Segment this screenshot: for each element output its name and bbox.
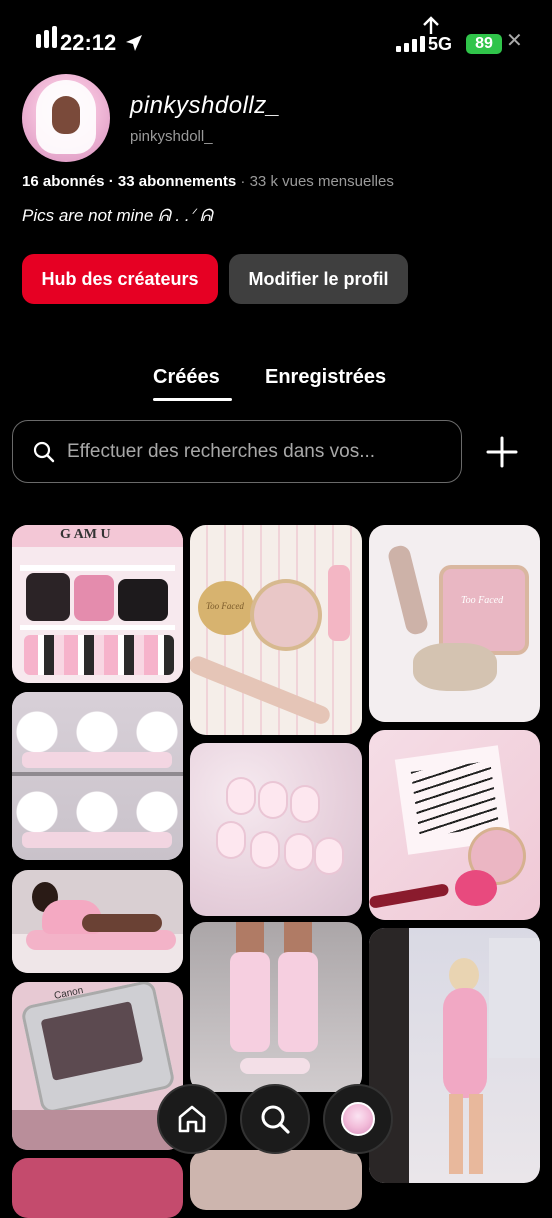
following-count[interactable]: 33 abonnements xyxy=(118,173,236,190)
pin-card[interactable] xyxy=(12,1158,183,1218)
pin-card[interactable]: G AM U xyxy=(12,525,183,683)
home-icon xyxy=(178,1105,206,1133)
avatar-face xyxy=(52,96,80,134)
pin-card[interactable] xyxy=(12,692,183,860)
profile-avatar xyxy=(341,1102,375,1136)
followers-count[interactable]: 16 abonnés xyxy=(22,173,105,190)
cell-signal-icon xyxy=(396,36,425,52)
plus-icon[interactable] xyxy=(486,436,518,468)
tab-saved[interactable]: Enregistrées xyxy=(265,366,386,389)
pin-card[interactable] xyxy=(190,743,362,916)
nav-profile-button[interactable] xyxy=(323,1084,393,1154)
pin-card[interactable] xyxy=(369,928,540,1183)
pin-card[interactable]: Too Faced xyxy=(369,525,540,722)
tab-created[interactable]: Créées xyxy=(153,366,220,389)
pin-card[interactable] xyxy=(12,870,183,973)
close-icon: ✕ xyxy=(506,30,523,52)
profile-avatar[interactable] xyxy=(22,74,110,162)
active-tab-indicator xyxy=(153,398,232,401)
pin-card[interactable] xyxy=(190,922,362,1092)
pin-label: G AM U xyxy=(60,527,111,542)
network-type: 5G xyxy=(428,34,453,54)
pin-label: Too Faced xyxy=(461,595,504,606)
nav-search-button[interactable] xyxy=(240,1084,310,1154)
pin-card[interactable] xyxy=(369,730,540,920)
profile-stats: 16 abonnés · 33 abonnements · 33 k vues … xyxy=(22,173,394,190)
search-icon xyxy=(261,1105,290,1134)
pin-label: Too Faced xyxy=(206,601,244,611)
clock: 22:12 xyxy=(60,30,117,55)
creator-hub-button[interactable]: Hub des créateurs xyxy=(22,254,218,304)
pin-card[interactable] xyxy=(190,1150,362,1210)
profile-bio: Pics are not mine ᕱ . .ᐟ ᕱ xyxy=(22,206,213,225)
nav-home-button[interactable] xyxy=(157,1084,227,1154)
pin-card[interactable]: Too Faced xyxy=(190,525,362,735)
search-placeholder: Effectuer des recherches dans vos... xyxy=(67,441,376,462)
status-bar: 22:12 5G 89 ✕ xyxy=(0,0,552,80)
monthly-views: 33 k vues mensuelles xyxy=(249,173,394,190)
battery-indicator: 89 xyxy=(466,34,502,54)
search-input[interactable]: Effectuer des recherches dans vos... xyxy=(12,420,462,483)
search-icon xyxy=(33,441,55,463)
profile-username: pinkyshdollz_ xyxy=(130,92,281,119)
location-arrow-icon xyxy=(126,35,142,51)
edit-profile-button[interactable]: Modifier le profil xyxy=(229,254,408,304)
profile-handle: pinkyshdoll_ xyxy=(130,128,213,145)
